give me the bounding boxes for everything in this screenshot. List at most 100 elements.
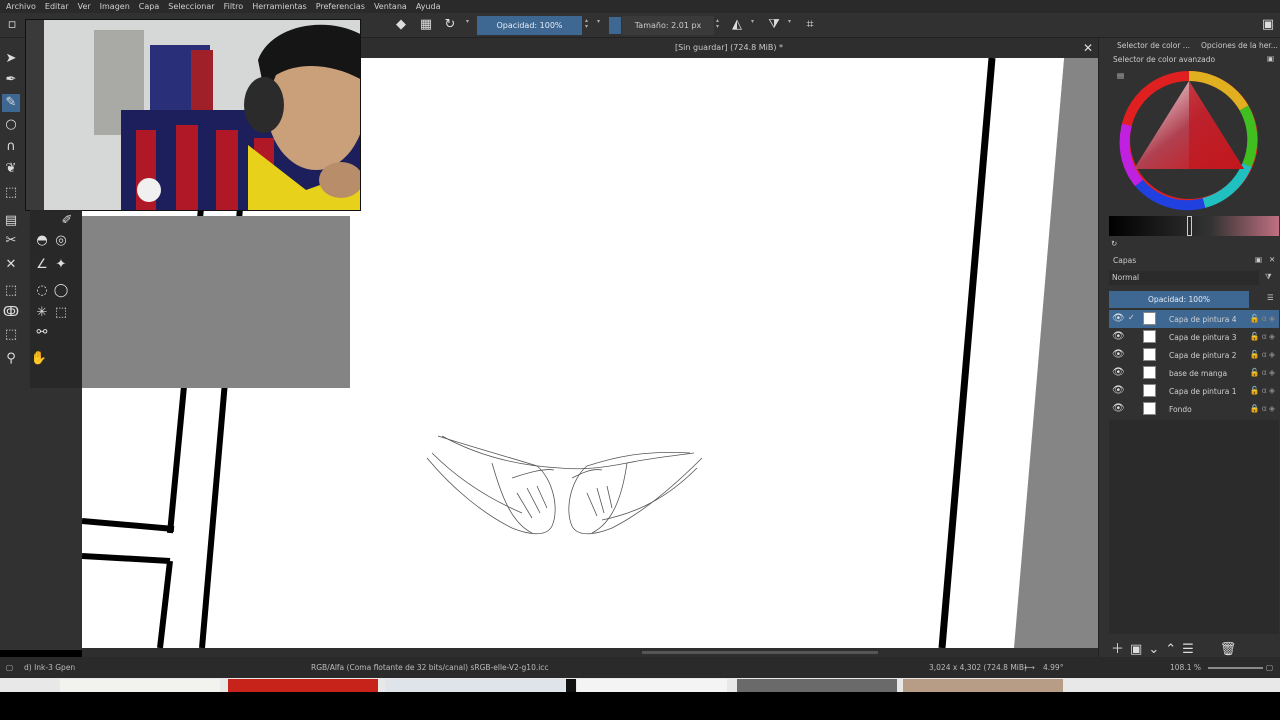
- properties-icon[interactable]: ☰: [1182, 642, 1200, 657]
- zoom-icon[interactable]: ⚲: [2, 350, 20, 368]
- add-layer-icon[interactable]: ＋: [1111, 642, 1130, 657]
- mirror-vertical-icon[interactable]: ⧩: [766, 17, 782, 33]
- wrap-around-icon[interactable]: ⌗: [802, 17, 818, 33]
- menu-ayuda[interactable]: Ayuda: [416, 2, 441, 11]
- layer-row[interactable]: 👁 Fondo 🔒α◈: [1109, 400, 1279, 418]
- menu-icon[interactable]: ☰: [1267, 293, 1274, 302]
- layer-row[interactable]: 👁 base de manga 🔓α◈: [1109, 364, 1279, 382]
- float-icon[interactable]: ▣: [1267, 54, 1274, 63]
- layer-lock-icons[interactable]: 🔓α◈: [1250, 332, 1277, 341]
- chevron-down-icon[interactable]: ▾: [751, 19, 754, 25]
- layer-name: Capa de pintura 2: [1169, 351, 1237, 360]
- menu-ventana[interactable]: Ventana: [374, 2, 407, 11]
- hand-icon[interactable]: ✋: [30, 350, 48, 368]
- menu-editar[interactable]: Editar: [45, 2, 69, 11]
- filter-icon[interactable]: ⧩: [1265, 272, 1272, 282]
- panel-toggle-icon[interactable]: ▣: [1260, 17, 1276, 33]
- menu-archivo[interactable]: Archivo: [6, 2, 36, 11]
- magnetic-select-icon[interactable]: ⚯: [33, 324, 51, 342]
- multibrush-icon[interactable]: ✂: [2, 232, 20, 250]
- reload-preset-icon[interactable]: ↻: [442, 17, 458, 33]
- measure-icon[interactable]: ∠: [33, 256, 51, 274]
- layer-row[interactable]: 👁 Capa de pintura 2 🔓α◈: [1109, 346, 1279, 364]
- eraser-mode-icon[interactable]: ◆: [393, 17, 409, 33]
- layer-opacity-slider[interactable]: Opacidad: 100%: [1109, 291, 1249, 308]
- layer-lock-icons[interactable]: 🔒α◈: [1250, 404, 1277, 413]
- target-icon[interactable]: ◎: [52, 232, 70, 250]
- new-document-icon[interactable]: ▫: [4, 17, 20, 33]
- tab-color-selector[interactable]: Selector de color ...: [1117, 41, 1190, 53]
- layer-lock-icons[interactable]: 🔓α◈: [1250, 314, 1277, 323]
- color-wheel[interactable]: [1114, 65, 1264, 215]
- lasso-icon[interactable]: ↂ: [2, 304, 20, 322]
- close-icon[interactable]: ✕: [1083, 41, 1093, 55]
- menu-herramientas[interactable]: Herramientas: [252, 2, 307, 11]
- opacity-spin-icon[interactable]: ▴ ▾: [585, 18, 588, 30]
- chevron-down-icon[interactable]: ▾: [597, 19, 600, 25]
- fill-icon[interactable]: ◓: [33, 232, 51, 250]
- ellipse-tool-icon[interactable]: ○: [2, 116, 20, 134]
- eye-icon[interactable]: 👁: [1112, 313, 1125, 324]
- chevron-down-icon[interactable]: ▾: [788, 19, 791, 25]
- smart-patch-icon[interactable]: ❦: [2, 160, 20, 178]
- layer-lock-icons[interactable]: 🔓α◈: [1250, 350, 1277, 359]
- eye-icon[interactable]: 👁: [1112, 385, 1125, 396]
- size-spin-icon[interactable]: ▴ ▾: [716, 18, 719, 30]
- assistant-icon[interactable]: ✕: [2, 256, 20, 274]
- bezier-tool-icon[interactable]: ∩: [2, 138, 20, 156]
- menu-ver[interactable]: Ver: [78, 2, 91, 11]
- duplicate-layer-icon[interactable]: ▣: [1130, 642, 1148, 657]
- tab-tool-options[interactable]: Opciones de la her...: [1201, 41, 1278, 53]
- foreground-color-swatch[interactable]: [609, 17, 621, 34]
- eyedropper-icon[interactable]: ✐: [58, 212, 76, 230]
- pin-icon[interactable]: ✦: [52, 256, 70, 274]
- eye-icon[interactable]: 👁: [1112, 403, 1125, 414]
- brush-size-slider[interactable]: Tamaño: 2.01 px: [622, 16, 714, 35]
- float-icon[interactable]: ▣: [1255, 255, 1262, 264]
- transform-tool-icon[interactable]: ⬚: [2, 184, 20, 202]
- check-icon[interactable]: ✓: [1128, 313, 1135, 322]
- path-select-icon[interactable]: ⬚: [52, 304, 70, 322]
- layer-thumbnail: [1143, 312, 1156, 325]
- move-down-icon[interactable]: ⌄: [1148, 642, 1165, 657]
- refresh-icon[interactable]: ↻: [1111, 239, 1117, 248]
- close-icon[interactable]: ✕: [1269, 255, 1275, 264]
- settings-icon[interactable]: ▢: [1266, 663, 1273, 672]
- eye-icon[interactable]: 👁: [1112, 331, 1125, 342]
- contiguous-select-icon[interactable]: ⬚: [2, 326, 20, 344]
- freehand-select-icon[interactable]: ◯: [52, 282, 70, 300]
- layer-lock-icons[interactable]: 🔓α◈: [1250, 368, 1277, 377]
- color-history-bar[interactable]: [1109, 216, 1279, 236]
- eye-icon[interactable]: 👁: [1112, 349, 1125, 360]
- chevron-down-icon[interactable]: ▾: [466, 19, 469, 25]
- menu-capa[interactable]: Capa: [139, 2, 159, 11]
- mirror-horizontal-icon[interactable]: ◭: [729, 17, 745, 33]
- opacity-slider[interactable]: Opacidad: 100%: [477, 16, 582, 35]
- scroll-thumb[interactable]: [642, 651, 878, 654]
- document-tab[interactable]: [Sin guardar] (724.8 MiB) *: [360, 38, 1098, 58]
- menu-seleccionar[interactable]: Seleccionar: [168, 2, 214, 11]
- gradient-icon[interactable]: ▤: [2, 212, 20, 230]
- magic-wand-icon[interactable]: ✳: [33, 304, 51, 322]
- rotate-icon[interactable]: ⟷: [1024, 663, 1035, 672]
- preserve-alpha-icon[interactable]: ▦: [418, 17, 434, 33]
- delete-layer-icon[interactable]: 🗑: [1220, 642, 1243, 657]
- move-up-icon[interactable]: ⌃: [1165, 642, 1182, 657]
- freehand-brush-icon[interactable]: ✎: [2, 94, 20, 112]
- calligraphy-icon[interactable]: ✒: [2, 71, 20, 89]
- blend-mode-select[interactable]: Normal: [1109, 271, 1259, 285]
- horizontal-scrollbar[interactable]: [82, 648, 1098, 657]
- ellipse-select-icon[interactable]: ◌: [33, 282, 51, 300]
- menu-preferencias[interactable]: Preferencias: [316, 2, 365, 11]
- rect-select-icon[interactable]: ⬚: [2, 282, 20, 300]
- select-shapes-icon[interactable]: ➤: [2, 50, 20, 68]
- eye-icon[interactable]: 👁: [1112, 367, 1125, 378]
- layer-lock-icons[interactable]: 🔓α◈: [1250, 386, 1277, 395]
- menu-filtro[interactable]: Filtro: [224, 2, 244, 11]
- menu-imagen[interactable]: Imagen: [100, 2, 130, 11]
- layer-row[interactable]: 👁 ✓ Capa de pintura 4 🔓α◈: [1109, 310, 1279, 328]
- brush-preset-icon[interactable]: ▢: [6, 663, 13, 672]
- layer-row[interactable]: 👁 Capa de pintura 3 🔓α◈: [1109, 328, 1279, 346]
- layer-row[interactable]: 👁 Capa de pintura 1 🔓α◈: [1109, 382, 1279, 400]
- zoom-slider[interactable]: [1208, 667, 1263, 669]
